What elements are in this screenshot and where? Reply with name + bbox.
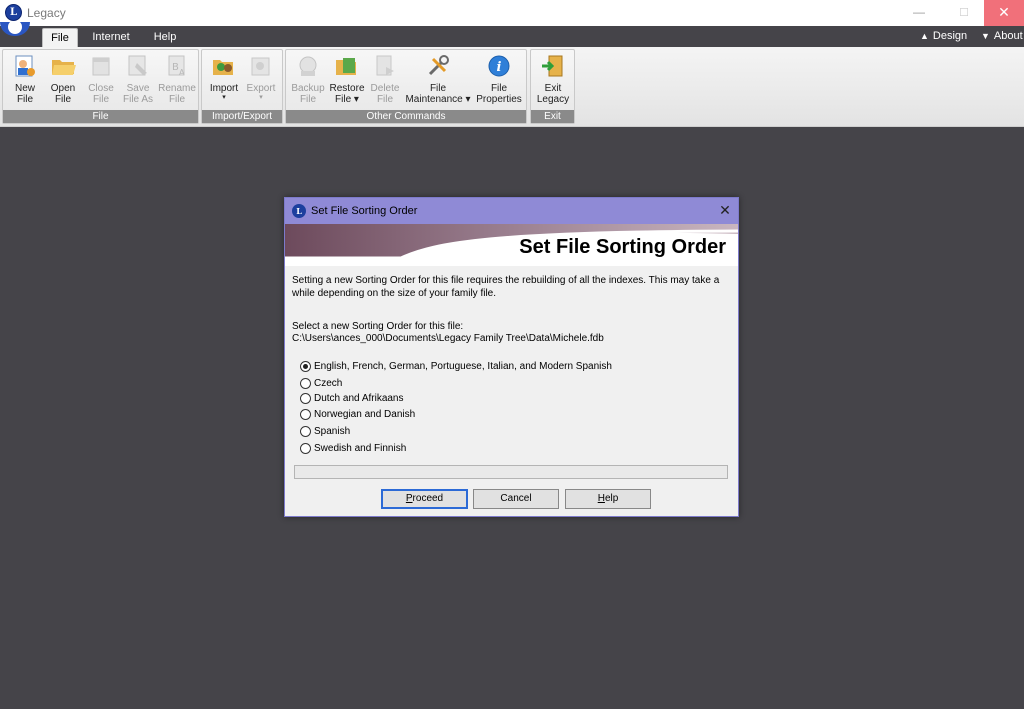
new-file-button[interactable]: New File [7, 52, 43, 110]
file-path: C:\Users\ances_000\Documents\Legacy Fami… [292, 333, 604, 344]
cancel-button[interactable]: Cancel [473, 489, 559, 509]
about-link[interactable]: ▼ About [981, 30, 1023, 42]
set-file-sorting-order-dialog: L Set File Sorting Order ✕ Set File Sort… [284, 197, 739, 517]
group-exit: Exit Legacy Exit [530, 49, 575, 124]
chevron-up-icon: ▲ [920, 31, 929, 41]
tab-help[interactable]: Help [146, 28, 184, 47]
close-window-button[interactable]: ✕ [984, 0, 1024, 26]
help-button[interactable]: Help [565, 489, 651, 509]
window-title: Legacy [27, 6, 66, 20]
import-button[interactable]: Import ▾ [205, 52, 243, 110]
dialog-close-button[interactable]: ✕ [715, 201, 735, 221]
dialog-title-bar: L Set File Sorting Order ✕ [285, 198, 738, 224]
maximize-button[interactable]: ☐ [945, 0, 983, 26]
radio-button[interactable] [300, 409, 311, 420]
new-file-icon [15, 55, 35, 77]
proceed-button[interactable]: Proceed [381, 489, 468, 509]
application-menu-icon[interactable] [0, 22, 30, 36]
svg-text:B: B [172, 62, 179, 73]
info-icon: i [488, 55, 510, 77]
open-file-button[interactable]: Open File [45, 52, 81, 110]
progress-bar [294, 465, 728, 479]
group-label-exit: Exit [531, 110, 574, 123]
folder-icon [52, 60, 76, 75]
dialog-heading: Set File Sorting Order [519, 236, 726, 258]
group-file: New File Open File Close File Save File … [2, 49, 199, 124]
ribbon-tabs: File Internet Help ▲ Design ▼ About [0, 22, 1024, 47]
rename-file-button[interactable]: B A Rename File [157, 52, 197, 110]
ribbon: New File Open File Close File Save File … [0, 47, 1024, 127]
dialog-banner: Set File Sorting Order [285, 224, 738, 266]
export-button[interactable]: Export ▾ [242, 52, 280, 110]
group-label-file: File [3, 110, 198, 123]
import-icon [213, 60, 233, 75]
delete-file-icon [376, 55, 394, 76]
tab-file[interactable]: File [42, 28, 78, 47]
restore-file-button[interactable]: Restore File ▾ [328, 52, 366, 110]
radio-button[interactable] [300, 443, 311, 454]
title-bar: L Legacy — ☐ ✕ [0, 0, 1024, 26]
restore-icon [336, 58, 356, 75]
backup-file-button[interactable]: Backup File [289, 52, 327, 110]
exit-legacy-button[interactable]: Exit Legacy [533, 52, 573, 110]
delete-file-button[interactable]: Delete File [366, 52, 404, 110]
group-label-import-export: Import/Export [202, 110, 282, 123]
chevron-down-icon: ▼ [981, 31, 990, 41]
radio-button[interactable] [300, 393, 311, 404]
close-file-icon [92, 57, 110, 76]
save-as-icon [128, 55, 147, 76]
legacy-logo-icon: L [292, 204, 306, 218]
design-link[interactable]: ▲ Design [920, 30, 967, 42]
radio-button-selected[interactable] [300, 361, 311, 372]
close-file-button[interactable]: Close File [83, 52, 119, 110]
legacy-logo-icon: L [5, 4, 22, 21]
dialog-title: Set File Sorting Order [311, 205, 418, 217]
save-file-as-button[interactable]: Save File As [119, 52, 157, 110]
radio-button[interactable] [300, 426, 311, 437]
svg-text:i: i [497, 60, 502, 75]
rename-icon: B A [168, 55, 185, 77]
tab-internet[interactable]: Internet [86, 28, 136, 47]
group-import-export: Import ▾ Export ▾ Import/Export [201, 49, 283, 124]
export-icon [251, 57, 270, 76]
group-other-commands: Backup File Restore File ▾ Delete File F… [285, 49, 527, 124]
svg-text:A: A [179, 68, 185, 77]
info-message: Setting a new Sorting Order for this fil… [292, 275, 720, 299]
file-maintenance-button[interactable]: File Maintenance ▾ [404, 52, 472, 110]
group-label-other-commands: Other Commands [286, 110, 526, 123]
file-properties-button[interactable]: i File Properties [474, 52, 524, 110]
backup-icon [299, 56, 317, 76]
tools-icon [428, 55, 449, 76]
minimize-button[interactable]: — [900, 0, 938, 26]
exit-door-icon [542, 55, 563, 77]
radio-button[interactable] [300, 378, 311, 389]
